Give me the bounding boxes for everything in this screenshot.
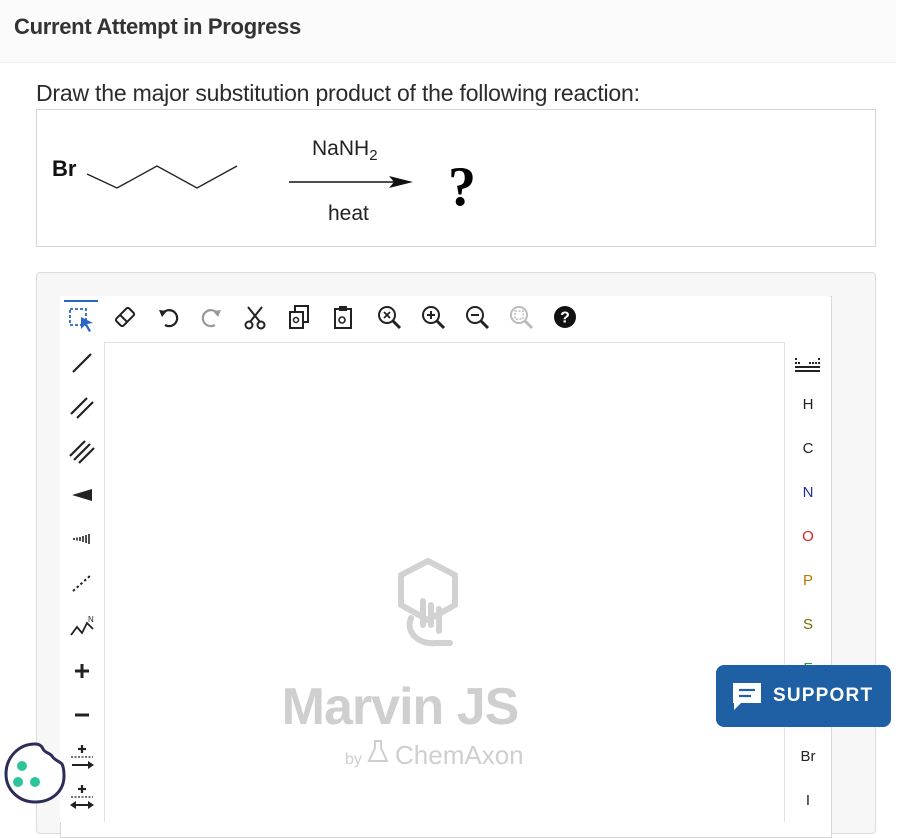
periodic-table-icon[interactable] bbox=[791, 348, 825, 382]
chemaxon-wordmark: ChemAxon bbox=[395, 740, 524, 770]
element-s[interactable]: S bbox=[785, 616, 831, 633]
single-bond-icon[interactable] bbox=[65, 346, 99, 380]
undo-icon[interactable] bbox=[152, 300, 186, 334]
by-label: by bbox=[345, 751, 362, 768]
question-text: Draw the major substitution product of t… bbox=[36, 80, 640, 106]
chat-icon bbox=[733, 683, 761, 710]
page-title: Current Attempt in Progress bbox=[14, 14, 301, 39]
product-question-mark: ? bbox=[448, 156, 476, 218]
paste-icon[interactable] bbox=[326, 300, 360, 334]
element-n[interactable]: N bbox=[785, 484, 831, 501]
marvin-watermark: Marvin JS by ChemAxon bbox=[282, 558, 524, 770]
reaction-scheme: Br NaNH2 heat ? bbox=[36, 109, 876, 247]
plus-charge-icon[interactable] bbox=[65, 654, 99, 688]
redo-icon[interactable] bbox=[194, 300, 228, 334]
chain-icon[interactable]: N bbox=[65, 610, 99, 644]
reactant-chain bbox=[86, 165, 238, 189]
element-i[interactable]: I bbox=[785, 792, 831, 809]
svg-text:N: N bbox=[88, 615, 94, 624]
zoom-fit-icon[interactable] bbox=[504, 300, 538, 334]
copy-icon[interactable] bbox=[282, 300, 316, 334]
increase-charge-icon[interactable] bbox=[65, 740, 99, 774]
zoom-in-icon[interactable] bbox=[416, 300, 450, 334]
element-c[interactable]: C bbox=[785, 440, 831, 457]
drawing-canvas[interactable]: Marvin JS by ChemAxon bbox=[105, 343, 783, 818]
page-header: Current Attempt in Progress bbox=[0, 0, 896, 63]
minus-charge-icon[interactable] bbox=[65, 698, 99, 732]
select-icon[interactable] bbox=[64, 300, 98, 336]
help-icon[interactable]: ? bbox=[548, 300, 582, 334]
chemaxon-flask-icon bbox=[367, 740, 389, 762]
marvin-js-wordmark: Marvin JS bbox=[282, 678, 519, 736]
support-label: SUPPORT bbox=[773, 685, 874, 706]
element-p[interactable]: P bbox=[785, 572, 831, 589]
double-bond-icon[interactable] bbox=[65, 390, 99, 424]
support-button[interactable]: SUPPORT bbox=[716, 665, 891, 727]
wedge-bond-icon[interactable] bbox=[65, 478, 99, 512]
decrease-charge-icon[interactable] bbox=[65, 780, 99, 814]
condition-label: heat bbox=[328, 202, 369, 225]
triple-bond-icon[interactable] bbox=[65, 434, 99, 468]
top-toolbar: ? bbox=[60, 296, 830, 343]
dashed-bond-icon[interactable] bbox=[65, 566, 99, 600]
erase-icon[interactable] bbox=[108, 300, 142, 334]
reaction-diagram: Br NaNH2 heat ? bbox=[52, 137, 476, 225]
zoom-reset-icon[interactable] bbox=[372, 300, 406, 334]
hash-bond-icon[interactable] bbox=[65, 522, 99, 556]
svg-text:?: ? bbox=[560, 310, 570, 327]
element-o[interactable]: O bbox=[785, 528, 831, 545]
marvin-logo-icon bbox=[398, 558, 458, 647]
right-toolbar: H C N O P S F Br I bbox=[784, 342, 831, 822]
cookie-settings-button[interactable] bbox=[2, 740, 68, 806]
cookie-icon bbox=[4, 742, 66, 804]
cut-icon[interactable] bbox=[238, 300, 272, 334]
reagent-label: NaNH2 bbox=[312, 137, 378, 164]
element-h[interactable]: H bbox=[785, 396, 831, 413]
zoom-out-icon[interactable] bbox=[460, 300, 494, 334]
reactant-bromine-label: Br bbox=[52, 156, 77, 181]
element-br[interactable]: Br bbox=[785, 748, 831, 765]
